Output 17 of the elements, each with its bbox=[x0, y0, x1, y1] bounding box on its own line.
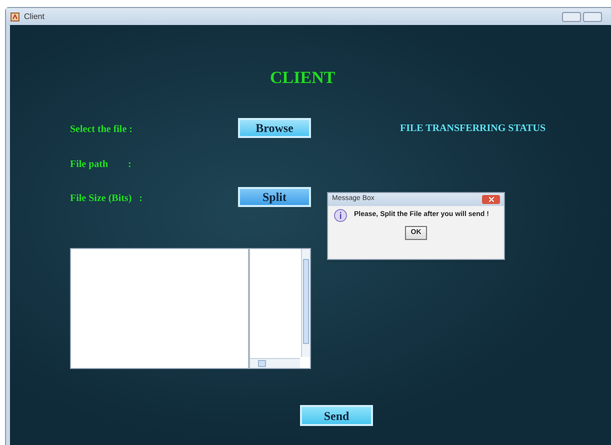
vertical-scrollbar[interactable] bbox=[301, 249, 310, 357]
window-title: Client bbox=[24, 11, 44, 23]
send-button[interactable]: Send bbox=[300, 405, 373, 426]
close-icon bbox=[488, 197, 494, 202]
close-button[interactable] bbox=[482, 195, 500, 204]
field-label: File Size (Bits) : bbox=[70, 192, 142, 206]
field-label: File path : bbox=[70, 158, 132, 172]
field-label: Select the file : bbox=[70, 123, 132, 137]
horizontal-scrollbar[interactable] bbox=[250, 358, 300, 368]
maximize-button[interactable] bbox=[583, 12, 602, 22]
heading: CLIENT bbox=[270, 67, 336, 89]
status-title: FILE TRANSFERRING STATUS bbox=[400, 122, 546, 136]
app-icon bbox=[10, 12, 20, 22]
browse-button[interactable]: Browse bbox=[238, 118, 311, 138]
info-icon bbox=[334, 209, 347, 222]
minimize-button[interactable] bbox=[562, 12, 581, 22]
split-button[interactable]: Split bbox=[238, 187, 311, 207]
